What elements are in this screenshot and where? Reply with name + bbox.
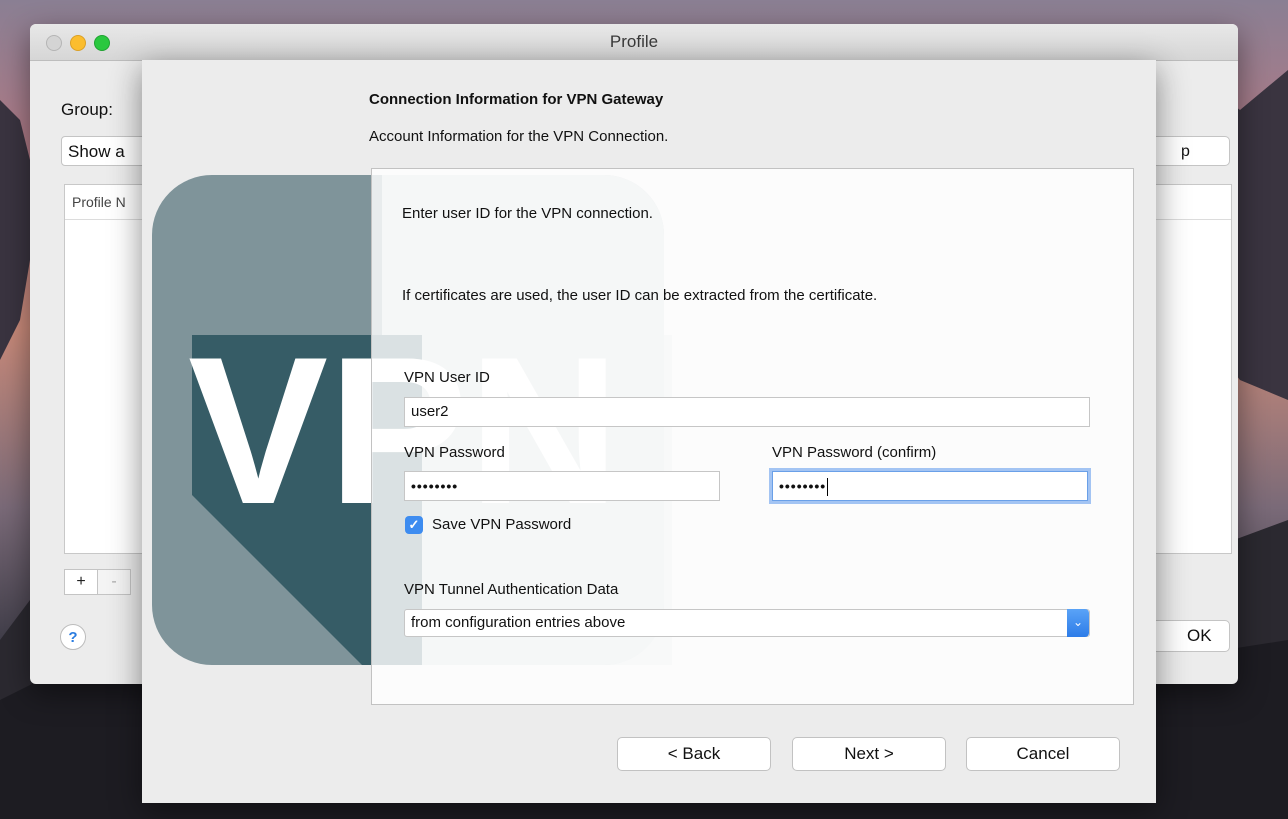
tunnel-auth-select[interactable]: from configuration entries above ⌄ bbox=[404, 609, 1090, 637]
vpn-password-input[interactable]: •••••••• bbox=[404, 471, 720, 501]
vpn-password-confirm-input[interactable]: •••••••• bbox=[772, 471, 1088, 501]
text-caret bbox=[827, 478, 829, 497]
vpn-password-confirm-label: VPN Password (confirm) bbox=[772, 444, 937, 461]
certificate-hint-text: If certificates are used, the user ID ca… bbox=[402, 287, 878, 304]
back-button[interactable]: < Back bbox=[617, 737, 771, 771]
save-password-label[interactable]: Save VPN Password bbox=[432, 516, 571, 533]
vpn-password-confirm-value: •••••••• bbox=[779, 478, 827, 494]
next-button[interactable]: Next > bbox=[792, 737, 946, 771]
tunnel-auth-selected-value: from configuration entries above bbox=[411, 614, 626, 631]
sheet-subheading: Account Information for the VPN Connecti… bbox=[369, 128, 669, 145]
group-action-button-label: p bbox=[1181, 143, 1190, 160]
cancel-button[interactable]: Cancel bbox=[966, 737, 1120, 771]
title-bar: Profile bbox=[30, 24, 1238, 61]
window-title: Profile bbox=[609, 32, 659, 51]
vpn-user-id-label: VPN User ID bbox=[404, 369, 490, 386]
sheet-heading: Connection Information for VPN Gateway bbox=[369, 91, 664, 108]
ok-button-label: OK bbox=[1187, 626, 1212, 645]
help-button[interactable]: ? bbox=[60, 624, 86, 650]
save-password-checkbox[interactable]: ✓ bbox=[405, 516, 423, 534]
add-profile-button[interactable]: + bbox=[64, 569, 98, 595]
remove-profile-button[interactable]: - bbox=[97, 569, 131, 595]
chevron-down-icon[interactable]: ⌄ bbox=[1067, 609, 1089, 637]
vpn-password-label: VPN Password bbox=[404, 444, 505, 461]
account-panel: Enter user ID for the VPN connection. If… bbox=[371, 168, 1134, 705]
vpn-assistant-sheet: Connection Information for VPN Gateway A… bbox=[142, 60, 1156, 803]
tunnel-auth-label: VPN Tunnel Authentication Data bbox=[404, 581, 619, 598]
group-label: Group: bbox=[61, 100, 113, 119]
vpn-user-id-input[interactable]: user2 bbox=[404, 397, 1090, 427]
intro-text: Enter user ID for the VPN connection. bbox=[402, 205, 653, 222]
